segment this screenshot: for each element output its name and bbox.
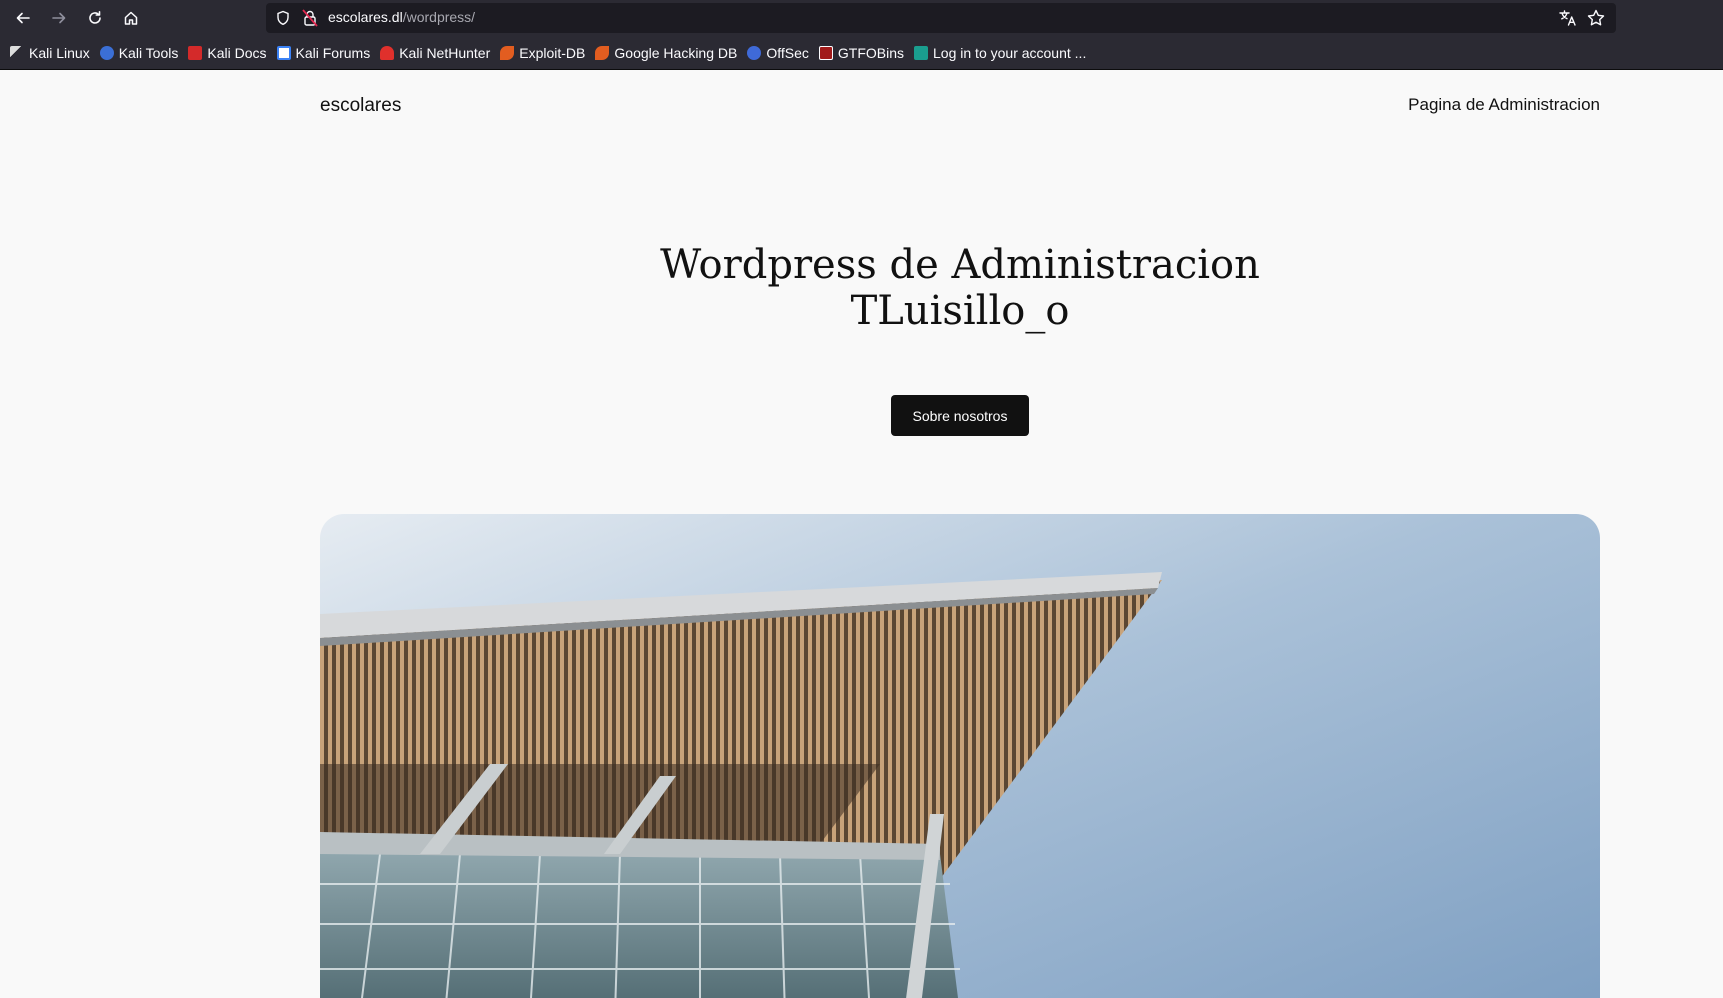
bookmark-star-icon[interactable]: [1586, 8, 1606, 28]
arrow-right-icon: [52, 12, 66, 24]
bookmark-item[interactable]: Log in to your account ...: [914, 45, 1086, 61]
gtfobins-icon: [818, 45, 833, 60]
kali-tools-icon: [99, 45, 114, 60]
reload-button[interactable]: [82, 5, 108, 31]
bookmark-item[interactable]: OffSec: [747, 45, 809, 61]
exploit-db-icon: [500, 45, 515, 60]
kali-docs-icon: [188, 45, 203, 60]
offsec-icon: [747, 45, 762, 60]
bookmark-label: Google Hacking DB: [614, 44, 738, 61]
forward-button[interactable]: [46, 5, 72, 31]
url-host: escolares.dl: [328, 9, 403, 25]
home-button[interactable]: [118, 5, 144, 31]
bookmark-label: GTFOBins: [837, 44, 905, 61]
arrow-left-icon: [16, 12, 30, 24]
bookmark-label: Log in to your account ...: [933, 44, 1087, 61]
bookmark-label: Kali NetHunter: [399, 44, 491, 61]
bookmark-label: Kali Tools: [118, 44, 179, 61]
reload-icon: [89, 11, 101, 24]
shield-icon[interactable]: [276, 10, 290, 26]
site-title[interactable]: escolares: [320, 95, 401, 117]
bookmark-item[interactable]: Exploit-DB: [500, 45, 585, 61]
building-photo: [320, 514, 1600, 998]
nav-link-admin[interactable]: Pagina de Administracion: [1408, 95, 1600, 115]
translate-icon[interactable]: [1558, 8, 1578, 28]
hero-title-line2: TLuisillo_o: [850, 288, 1070, 334]
bookmarks-toolbar: Kali Linux Kali Tools Kali Docs Kali For…: [0, 36, 1723, 70]
kali-nethunter-icon: [380, 45, 395, 60]
bookmark-item[interactable]: Kali Tools: [99, 44, 179, 61]
login-icon: [914, 45, 929, 60]
address-bar[interactable]: escolares.dl/wordpress/: [266, 3, 1616, 33]
url-text[interactable]: escolares.dl/wordpress/: [328, 9, 475, 25]
bookmark-label: Kali Linux: [29, 44, 90, 61]
bookmark-item[interactable]: Kali NetHunter: [380, 45, 490, 61]
back-button[interactable]: [10, 5, 36, 31]
bookmark-item[interactable]: GTFOBins: [818, 44, 905, 61]
bookmark-label: Exploit-DB: [519, 44, 586, 61]
about-us-button[interactable]: Sobre nosotros: [891, 395, 1029, 436]
cover-image: [320, 514, 1600, 998]
hero-title: Wordpress de Administracion TLuisillo_o: [0, 242, 1723, 334]
bookmark-label: Kali Docs: [207, 44, 267, 61]
page-content: escolares Pagina de Administracion Wordp…: [0, 70, 1723, 998]
bookmark-item[interactable]: Kali Forums: [276, 44, 371, 61]
bookmark-label: OffSec: [766, 44, 809, 61]
ghdb-icon: [595, 45, 610, 60]
bookmark-item[interactable]: Google Hacking DB: [595, 45, 737, 61]
bookmark-item[interactable]: Kali Docs: [188, 44, 267, 61]
home-icon: [124, 11, 138, 25]
kali-dragon-icon: [10, 45, 24, 60]
url-path: /wordpress/: [402, 9, 476, 25]
bookmark-label: Kali Forums: [295, 44, 371, 61]
insecure-lock-icon[interactable]: [302, 9, 318, 27]
bookmark-item[interactable]: Kali Linux: [10, 45, 90, 61]
kali-forums-icon: [276, 45, 291, 60]
browser-toolbar: escolares.dl/wordpress/: [0, 0, 1723, 36]
hero-title-line1: Wordpress de Administracion: [660, 242, 1260, 288]
